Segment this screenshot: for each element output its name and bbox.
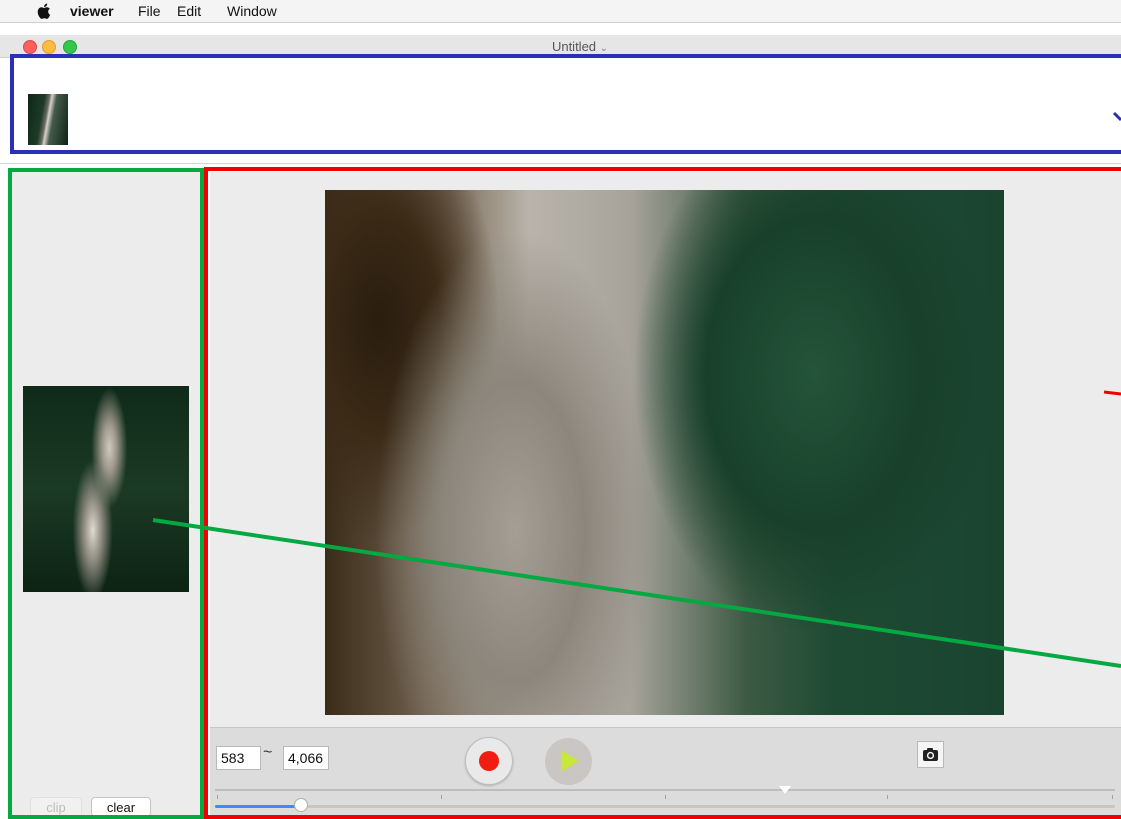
viewer-pointer-line	[1103, 390, 1121, 396]
strip-pointer-line	[1112, 111, 1121, 122]
annotation-overlay	[152, 111, 1121, 668]
clip-pointer-line	[152, 518, 1121, 668]
